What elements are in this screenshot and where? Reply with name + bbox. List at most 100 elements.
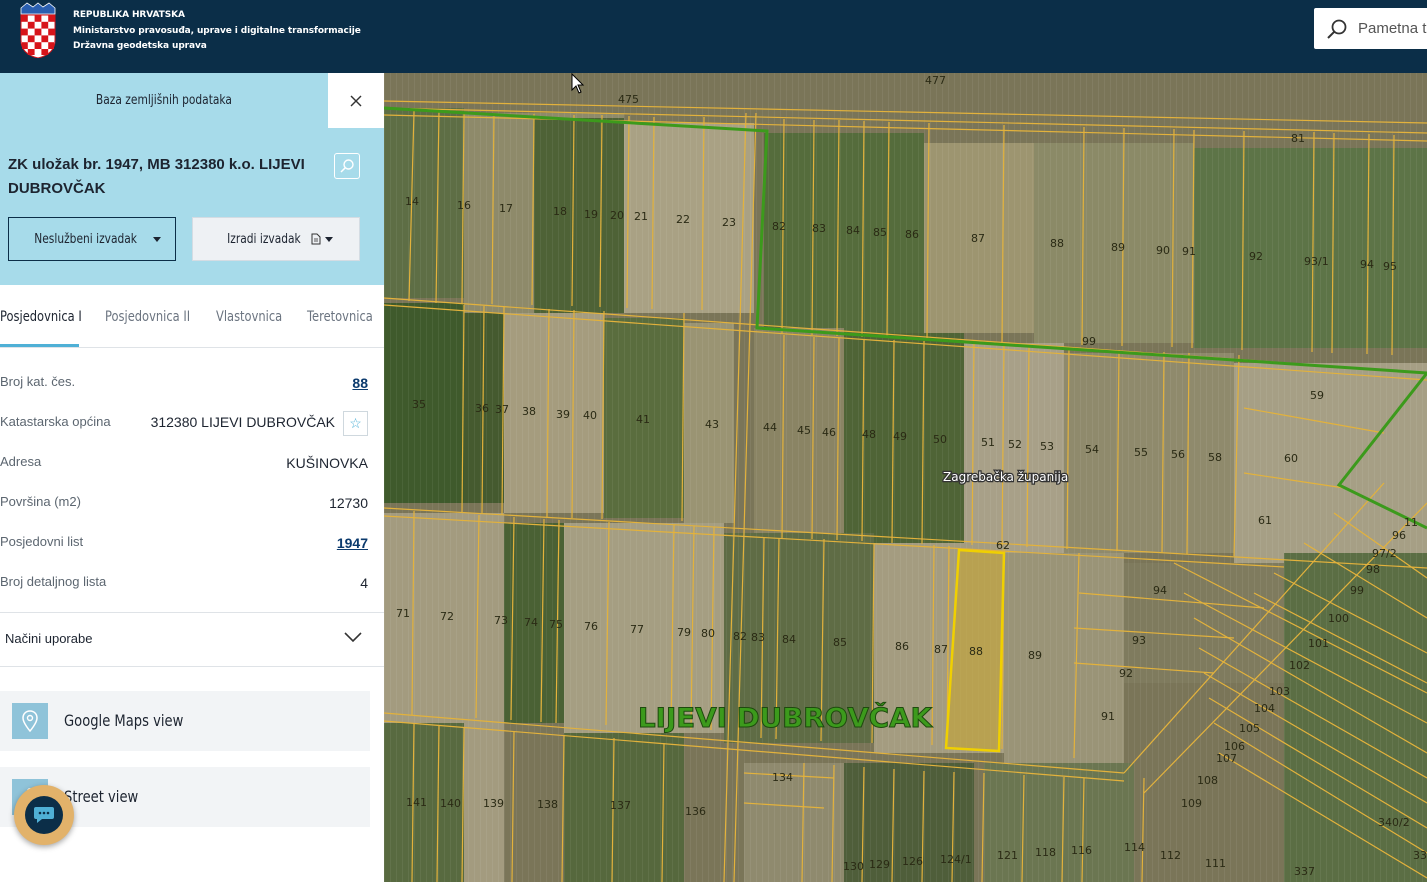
svg-text:80: 80: [701, 627, 715, 640]
svg-text:337: 337: [1294, 865, 1315, 878]
svg-text:48: 48: [862, 428, 876, 441]
place-label: LIJEVI DUBROVČAK: [638, 702, 933, 734]
svg-text:16: 16: [457, 199, 471, 212]
svg-text:71: 71: [396, 607, 410, 620]
map-canvas[interactable]: 14 16 17 18 19 20 21 22 23 82 83 84 85 86 87 88 89 9…: [384, 73, 1427, 882]
land-registry-record-title: ZK uložak br. 1947, MB 312380 k.o. LIJEV…: [8, 156, 305, 197]
chevron-down-icon: [152, 236, 161, 242]
ministry-name-block: REPUBLIKA HRVATSKA Ministarstvo pravosuđ…: [73, 8, 361, 55]
svg-text:37: 37: [495, 403, 509, 416]
tab-teretovnica[interactable]: Teretovnica: [307, 309, 387, 325]
svg-text:39: 39: [556, 408, 570, 421]
detail-row-ownership-sheet: Posjedovni list 1947: [0, 534, 368, 551]
tab-posjedovnica-1[interactable]: Posjedovnica I: [0, 309, 100, 325]
svg-text:74: 74: [524, 616, 538, 629]
svg-text:108: 108: [1197, 774, 1218, 787]
svg-text:93: 93: [1132, 634, 1146, 647]
svg-text:89: 89: [1111, 241, 1125, 254]
svg-text:97/2: 97/2: [1372, 547, 1397, 560]
svg-text:84: 84: [782, 633, 796, 646]
close-panel-button[interactable]: [328, 73, 384, 128]
svg-text:130: 130: [843, 860, 864, 873]
svg-text:14: 14: [405, 195, 419, 208]
google-maps-view-button[interactable]: Google Maps view: [0, 691, 370, 751]
svg-text:43: 43: [705, 418, 719, 431]
svg-text:49: 49: [893, 430, 907, 443]
chevron-down-icon: [344, 632, 362, 643]
svg-text:20: 20: [610, 209, 624, 222]
croatian-coat-of-arms-icon: [20, 2, 56, 58]
ownership-sheet-link[interactable]: 1947: [337, 535, 368, 551]
svg-text:92: 92: [1119, 667, 1133, 680]
svg-text:111: 111: [1205, 857, 1226, 870]
svg-text:81: 81: [1291, 132, 1305, 145]
tab-posjedovnica-2[interactable]: Posjedovnica II: [105, 309, 209, 325]
panel-header-area: Baza zemljišnih podataka ZK uložak br. 1…: [0, 73, 384, 285]
svg-text:124/1: 124/1: [940, 853, 972, 866]
svg-text:55: 55: [1134, 446, 1148, 459]
cadastral-number-link[interactable]: 88: [352, 375, 368, 391]
address-value: KUŠINOVKA: [286, 455, 368, 471]
org-line-2: Ministarstvo pravosuđa, uprave i digital…: [73, 25, 361, 36]
area-value: 12730: [329, 495, 368, 511]
svg-text:46: 46: [822, 426, 836, 439]
search-icon: [1327, 19, 1347, 39]
svg-text:94: 94: [1153, 584, 1167, 597]
smart-search-box[interactable]: Pametna t: [1314, 8, 1427, 49]
svg-text:90: 90: [1156, 244, 1170, 257]
smart-search-placeholder: Pametna t: [1358, 20, 1427, 37]
record-search-button[interactable]: [334, 153, 360, 179]
svg-text:95: 95: [1383, 260, 1397, 273]
svg-text:22: 22: [676, 213, 690, 226]
svg-text:134: 134: [772, 771, 793, 784]
county-label: Zagrebačka županija: [943, 470, 1068, 484]
cadastral-map[interactable]: 14 16 17 18 19 20 21 22 23 82 83 84 85 86 87 88 89 9…: [384, 73, 1427, 882]
star-icon[interactable]: ☆: [343, 411, 368, 436]
unofficial-extract-button[interactable]: Neslužbeni izvadak: [8, 217, 176, 261]
create-extract-button[interactable]: Izradi izvadak: [192, 217, 360, 261]
svg-text:73: 73: [494, 614, 508, 627]
svg-text:121: 121: [997, 849, 1018, 862]
detail-row-area: Površina (m2) 12730: [0, 494, 368, 511]
svg-text:76: 76: [584, 620, 598, 633]
usage-methods-accordion[interactable]: Načini uporabe: [0, 612, 384, 667]
detail-row-cadastral-municipality: Katastarska općina 312380 LIJEVI DUBROVČ…: [0, 405, 368, 445]
svg-text:54: 54: [1085, 443, 1099, 456]
svg-text:33: 33: [1413, 849, 1427, 862]
svg-text:56: 56: [1171, 448, 1185, 461]
google-maps-label: Google Maps view: [64, 711, 184, 730]
svg-text:87: 87: [971, 232, 985, 245]
svg-text:89: 89: [1028, 649, 1042, 662]
svg-text:36: 36: [475, 402, 489, 415]
detail-row-detail-sheet: Broj detaljnog lista 4: [0, 574, 368, 591]
svg-text:93/1: 93/1: [1304, 255, 1329, 268]
svg-text:40: 40: [583, 409, 597, 422]
municipality-value: 312380 LIJEVI DUBROVČAK: [150, 414, 335, 431]
svg-text:58: 58: [1208, 451, 1222, 464]
svg-text:60: 60: [1284, 452, 1298, 465]
svg-text:18: 18: [553, 205, 567, 218]
svg-text:82: 82: [772, 220, 786, 233]
svg-text:88: 88: [1050, 237, 1064, 250]
svg-text:98: 98: [1366, 563, 1380, 576]
document-icon: [311, 233, 321, 245]
svg-text:41: 41: [636, 413, 650, 426]
tab-vlastovnica[interactable]: Vlastovnica: [216, 309, 297, 325]
svg-text:118: 118: [1035, 846, 1056, 859]
svg-text:53: 53: [1040, 440, 1054, 453]
svg-text:138: 138: [537, 798, 558, 811]
chat-support-button[interactable]: [14, 785, 74, 845]
svg-text:85: 85: [873, 226, 887, 239]
record-tabs: Posjedovnica I Posjedovnica II Vlastovni…: [0, 295, 384, 348]
svg-text:475: 475: [618, 93, 639, 106]
svg-text:86: 86: [895, 640, 909, 653]
svg-text:102: 102: [1289, 659, 1310, 672]
svg-text:84: 84: [846, 224, 860, 237]
svg-text:85: 85: [833, 636, 847, 649]
svg-text:83: 83: [812, 222, 826, 235]
detail-sheet-value: 4: [360, 575, 368, 591]
svg-text:92: 92: [1249, 250, 1263, 263]
svg-text:109: 109: [1181, 797, 1202, 810]
svg-text:83: 83: [751, 631, 765, 644]
chat-bubble-icon: [34, 807, 54, 823]
